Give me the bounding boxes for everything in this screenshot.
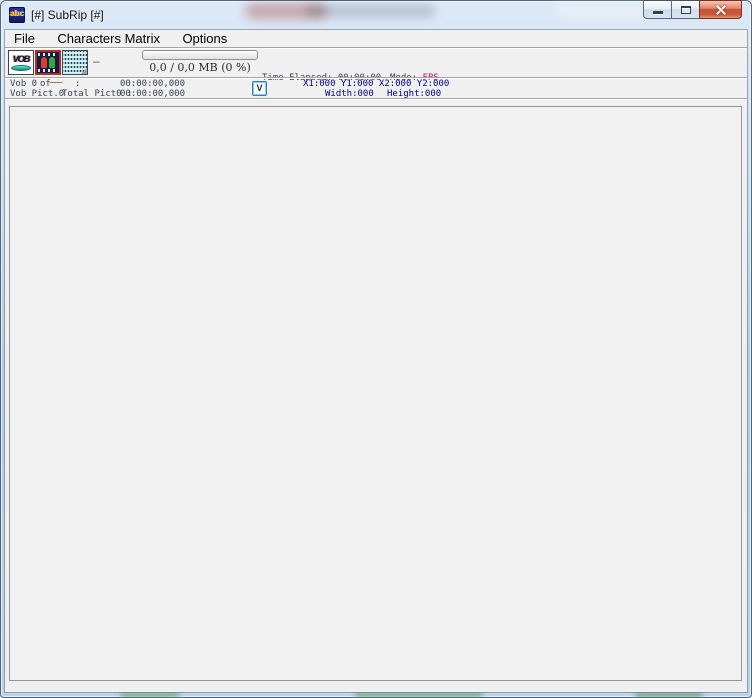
subrip-window: abc [#] SubRip [#] File Characters Matri…: [0, 0, 752, 698]
maximize-button[interactable]: [671, 0, 700, 19]
vob-count: Vob 0: [10, 79, 37, 89]
progress-label: 0,0 / 0,0 MB (0 %): [132, 61, 268, 74]
menu-options[interactable]: Options: [173, 30, 236, 47]
subtitle-picture-panel: [9, 106, 742, 681]
vob-icon-label: VOB: [13, 55, 30, 64]
separator: [5, 98, 747, 100]
close-icon: [716, 5, 726, 15]
folded-corner: [81, 68, 87, 74]
progress-bar: [142, 50, 258, 60]
characters-matrix-icon[interactable]: [62, 50, 88, 75]
toolbar-dash: –: [93, 54, 100, 68]
glass-reflection: [635, 692, 703, 698]
separator: [5, 47, 747, 49]
window-controls: [644, 0, 742, 19]
titlebar[interactable]: abc [#] SubRip [#]: [0, 0, 752, 30]
vob-v-button[interactable]: V: [252, 81, 267, 96]
vob-disc-shape: [11, 65, 31, 71]
glass-reflection: [355, 692, 483, 698]
toolbar: VOB: [8, 50, 88, 75]
client-area: File Characters Matrix Options VOB – 0,0…: [5, 30, 747, 692]
menu-characters-matrix[interactable]: Characters Matrix: [48, 30, 169, 47]
vob-total-placeholder: ———: [50, 78, 60, 88]
window-title: [#] SubRip [#]: [31, 8, 104, 22]
vob-time: 00:00:00,000: [120, 79, 185, 89]
open-vob-icon[interactable]: VOB: [8, 50, 34, 75]
app-icon: abc: [9, 7, 25, 23]
subtitle-coords: X1:000 Y1:000 X2:000 Y2:000: [303, 79, 449, 89]
minimize-button[interactable]: [643, 0, 672, 19]
colon: :: [75, 79, 80, 89]
film-frames-icon[interactable]: [35, 50, 61, 75]
film-figure-green: [49, 57, 55, 68]
close-button[interactable]: [699, 0, 742, 19]
glass-reflection: [120, 692, 180, 698]
film-figure-red: [41, 57, 47, 68]
menubar: File Characters Matrix Options: [5, 30, 747, 47]
minimize-icon: [653, 11, 663, 14]
menu-file[interactable]: File: [5, 30, 44, 47]
maximize-icon: [681, 6, 691, 14]
